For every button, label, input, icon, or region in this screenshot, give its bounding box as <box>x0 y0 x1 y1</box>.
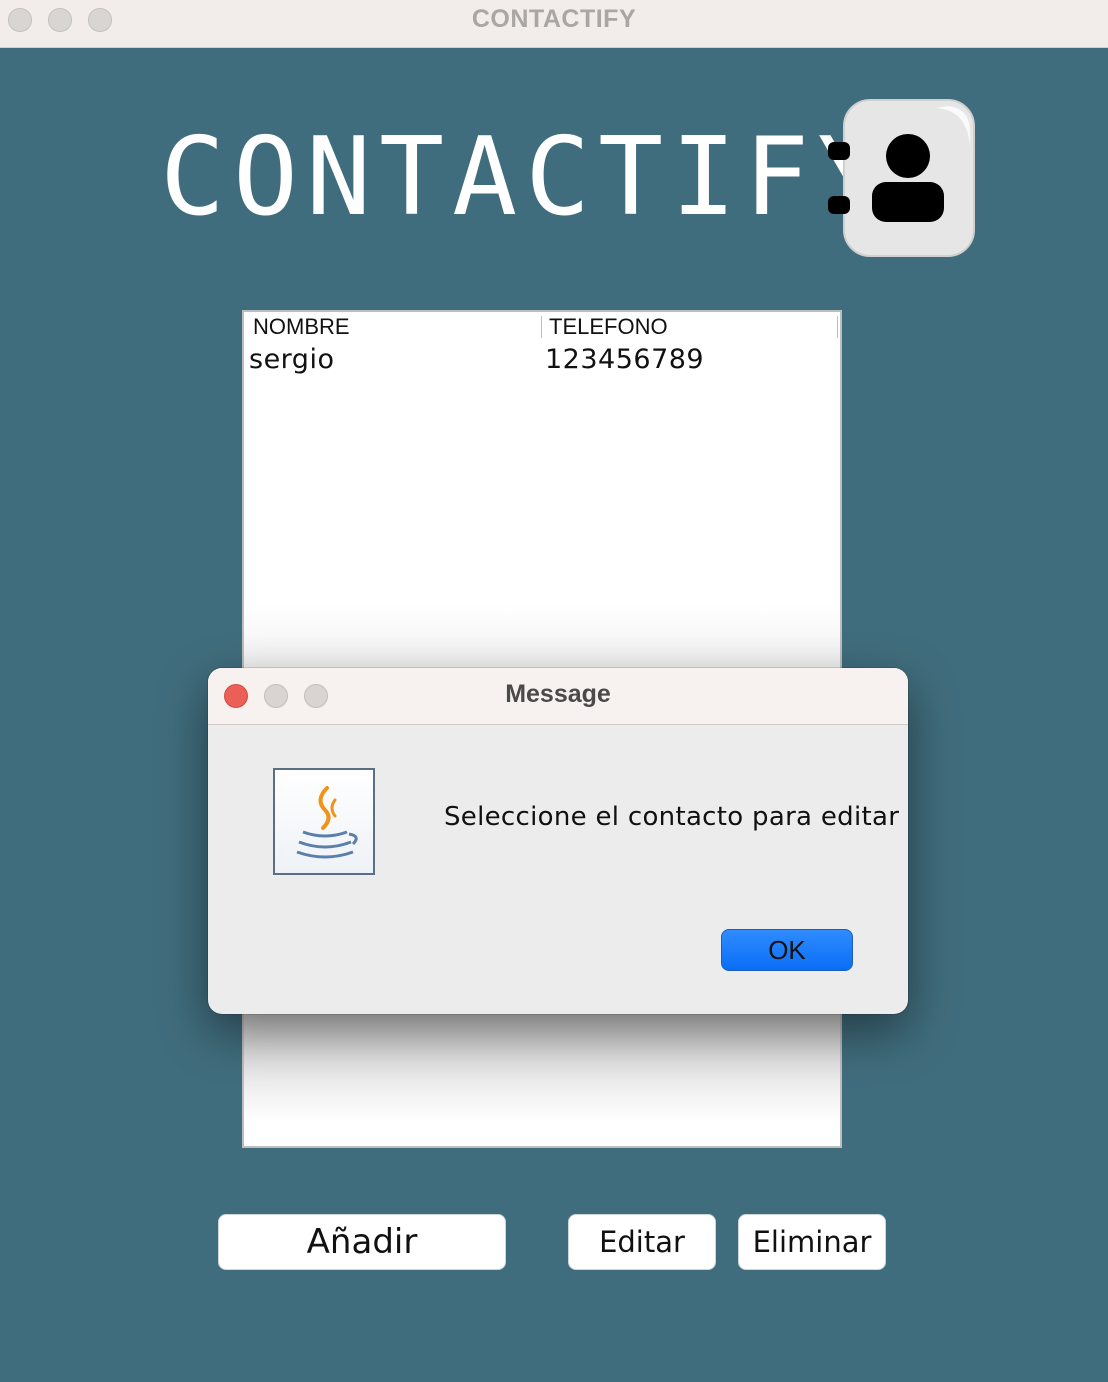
dialog-titlebar: Message <box>208 668 908 725</box>
table-header: NOMBRE TELEFONO <box>244 312 840 340</box>
ok-button[interactable]: OK <box>721 929 853 971</box>
column-header-telefono[interactable]: TELEFONO <box>549 314 668 340</box>
dialog-title: Message <box>505 680 611 708</box>
add-button[interactable]: Añadir <box>218 1214 506 1270</box>
java-coffee-icon <box>273 768 375 875</box>
column-divider[interactable] <box>837 316 838 338</box>
app-title: CONTACTIFY <box>160 115 891 240</box>
contact-book-icon <box>828 99 975 257</box>
window-title: CONTACTIFY <box>471 5 637 33</box>
column-divider[interactable] <box>541 316 542 338</box>
table-row[interactable]: sergio 123456789 <box>244 342 840 378</box>
dialog-message: Seleccione el contacto para editar <box>444 802 900 832</box>
edit-button[interactable]: Editar <box>568 1214 716 1270</box>
delete-button[interactable]: Eliminar <box>738 1214 886 1270</box>
dialog-shadow <box>244 1012 840 1122</box>
window-titlebar: CONTACTIFY <box>0 0 1108 48</box>
cell-telefono: 123456789 <box>545 344 705 375</box>
column-header-nombre[interactable]: NOMBRE <box>253 314 350 340</box>
cell-nombre: sergio <box>249 344 335 375</box>
message-dialog: Message Seleccione el contacto para edit… <box>208 668 908 1014</box>
